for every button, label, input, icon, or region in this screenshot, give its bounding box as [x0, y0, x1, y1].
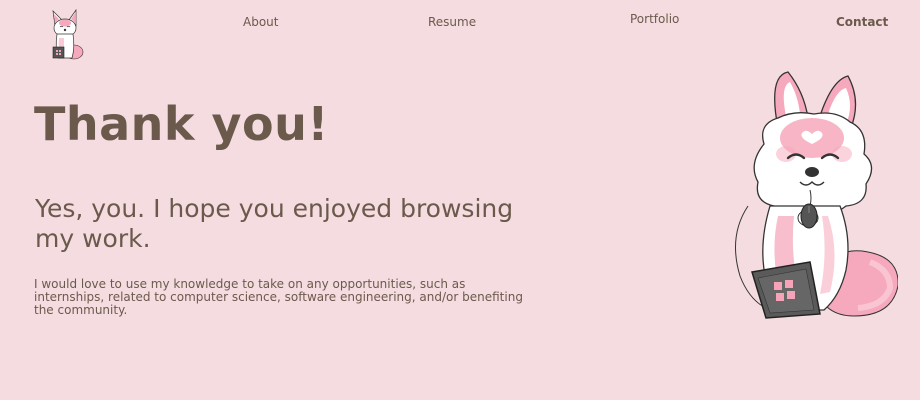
intro-paragraph: I would love to use my knowledge to take…	[34, 277, 523, 317]
nav-link-resume[interactable]: Resume	[428, 15, 476, 29]
nav-link-contact[interactable]: Contact	[836, 15, 888, 29]
logo-fox-icon[interactable]	[44, 6, 88, 62]
nav-link-portfolio[interactable]: Portfolio	[630, 12, 679, 26]
fox-mascot-illustration	[728, 66, 899, 328]
nav-link-about[interactable]: About	[243, 15, 278, 29]
page-subtitle: Yes, you. I hope you enjoyed browsing my…	[35, 194, 514, 253]
page-title: Thank you!	[34, 97, 329, 151]
